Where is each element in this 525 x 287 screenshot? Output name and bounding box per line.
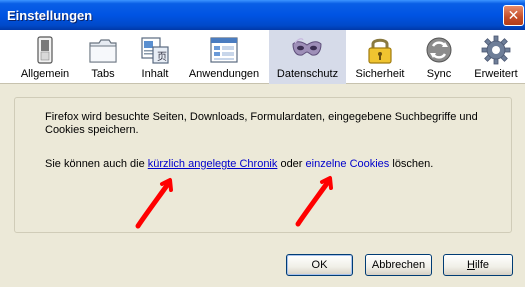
tab-anwendungen[interactable]: Anwendungen [186,30,262,84]
tab-label: Datenschutz [276,68,339,80]
title-bar[interactable]: Einstellungen ✕ [0,0,525,30]
privacy-description: Firefox wird besuchte Seiten, Downloads,… [45,111,478,136]
help-button-label-rest: ilfe [474,259,489,271]
tab-label: Sicherheit [355,68,405,80]
applications-icon [210,37,238,63]
annotation-arrow-icon [135,178,173,229]
cancel-button-label: Abbrechen [371,259,426,271]
tab-label: Allgemein [20,68,70,80]
ok-button-label: OK [311,259,328,271]
cancel-button[interactable]: Abbrechen [365,254,432,276]
tab-label: Erweitert [474,68,518,80]
tab-allgemein[interactable]: Allgemein [16,30,74,84]
svg-text:页: 页 [157,51,167,63]
tab-datenschutz[interactable]: Datenschutz [269,30,346,84]
annotation-arrow-icon [295,176,333,227]
help-button-label: Hilfe [467,259,489,271]
content-icon: 页 [141,37,169,64]
clear-text-prefix: Sie können auch die [45,158,148,170]
folder-tabs-icon [89,39,117,63]
tab-inhalt[interactable]: 页 Inhalt [136,30,174,84]
individual-cookies-link[interactable]: einzelne Cookies [306,158,390,170]
clear-text-suffix: löschen. [389,158,434,170]
tab-tabs[interactable]: Tabs [84,30,122,84]
privacy-clear-text: Sie können auch die kürzlich angelegte C… [45,158,433,170]
clear-text-middle: oder [277,158,306,170]
lock-icon [368,38,392,64]
sync-icon [426,37,452,63]
close-icon: ✕ [507,7,520,23]
tab-label: Sync [426,68,452,80]
gear-icon [481,35,511,65]
tab-label: Tabs [91,68,115,80]
tab-erweitert[interactable]: Erweitert [470,30,522,84]
close-button[interactable]: ✕ [503,5,524,26]
preferences-toolbar: Allgemein Tabs 页 Inhalt Anwendungen Date… [0,30,525,84]
switch-icon [37,36,53,64]
help-access-key: H [466,259,475,271]
tab-label: Anwendungen [188,68,260,80]
tab-sync[interactable]: Sync [420,30,458,84]
recent-history-link[interactable]: kürzlich angelegte Chronik [148,158,278,170]
window-title: Einstellungen [7,8,93,23]
tab-sicherheit[interactable]: Sicherheit [353,30,407,84]
ok-button[interactable]: OK [286,254,353,276]
mask-icon [292,38,322,56]
help-button[interactable]: Hilfe [443,254,513,276]
tab-label: Inhalt [141,68,169,80]
